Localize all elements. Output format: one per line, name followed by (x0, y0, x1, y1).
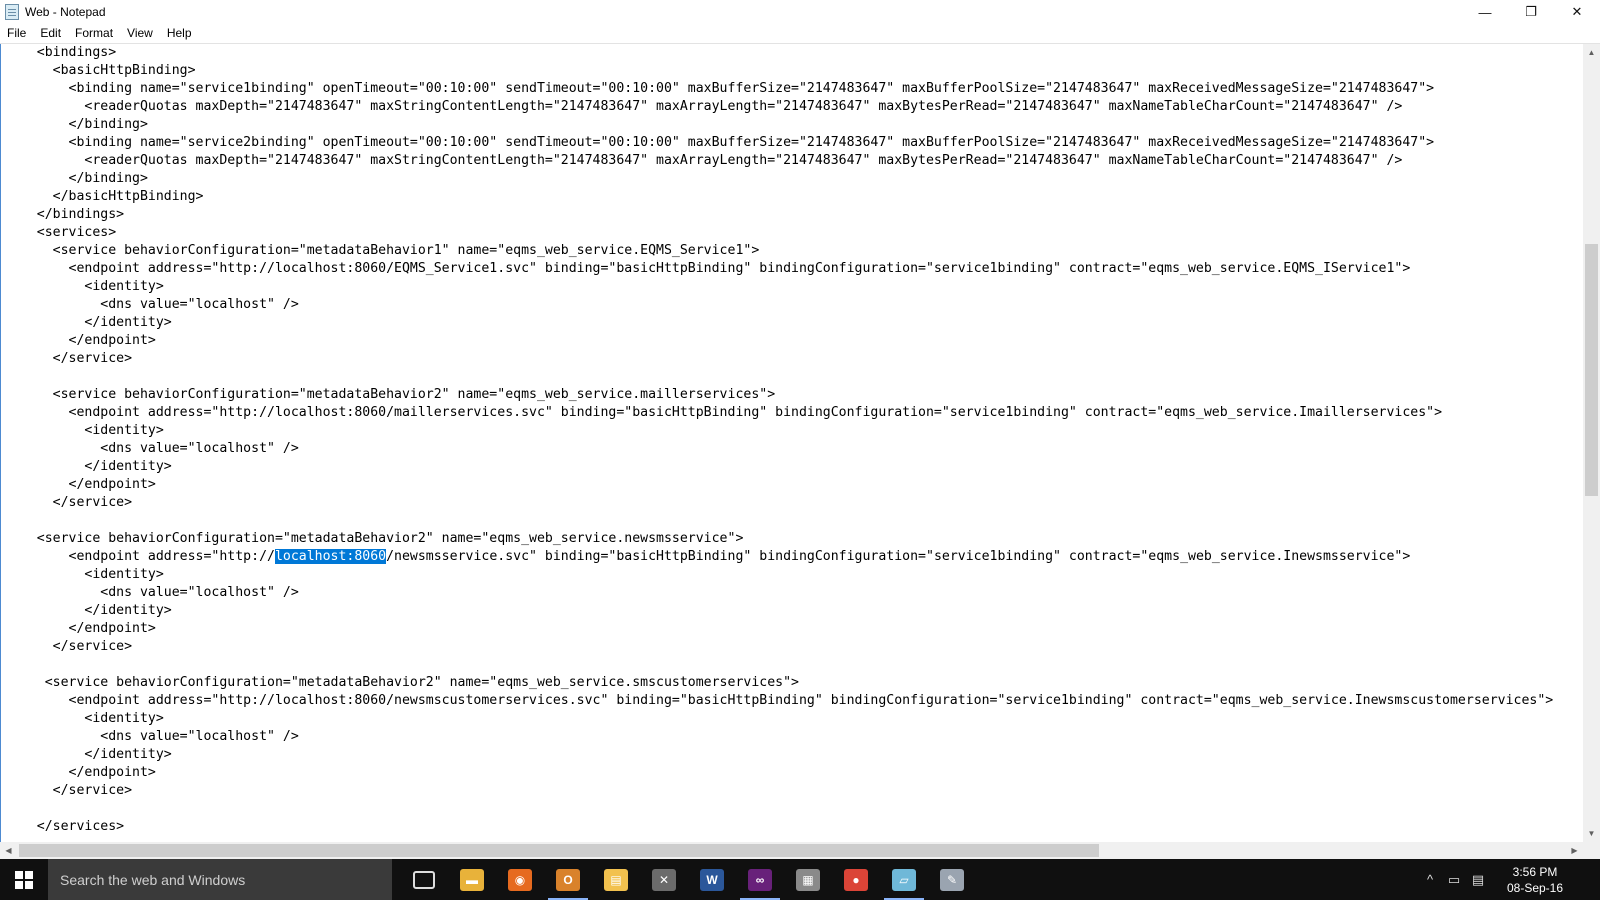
scroll-up-icon[interactable]: ▲ (1583, 44, 1600, 61)
windows-logo-icon (15, 870, 33, 889)
menu-format[interactable]: Format (68, 24, 120, 43)
notepad-icon (5, 4, 19, 20)
visual-studio-icon: ∞ (748, 868, 772, 891)
vertical-scrollbar[interactable]: ▲ ▼ (1583, 44, 1600, 842)
text-editor[interactable]: <bindings> <basicHttpBinding> <binding n… (0, 44, 1584, 842)
window-controls: — ❐ ✕ (1462, 0, 1600, 24)
chrome-icon: ● (844, 868, 868, 891)
taskbar-tools[interactable]: ✕ (640, 859, 688, 900)
taskbar-task-view[interactable] (400, 859, 448, 900)
taskbar-sql-server[interactable]: ▦ (784, 859, 832, 900)
taskbar-word[interactable]: W (688, 859, 736, 900)
horizontal-scrollbar[interactable]: ◀ ▶ (0, 842, 1583, 859)
taskbar-apps: ▬ ◉ O ▤ ✕ W ∞ ▦ ● ▱ ✎ (400, 859, 976, 900)
selected-line-start: <endpoint address="http:// (5, 549, 275, 564)
close-button[interactable]: ✕ (1554, 0, 1600, 24)
selected-line-end: /newsmsservice.svc" binding="basicHttpBi… (386, 549, 1411, 564)
show-hidden-icons-icon[interactable]: ^ (1418, 859, 1442, 900)
action-center-icon[interactable]: ▤ (1466, 859, 1490, 900)
text-before-selection: <bindings> <basicHttpBinding> <binding n… (36, 45, 1443, 546)
taskbar-file-explorer[interactable]: ▤ (592, 859, 640, 900)
taskbar-outlook[interactable]: O (544, 859, 592, 900)
clock[interactable]: 3:56 PM 08-Sep-16 (1490, 864, 1580, 896)
file-explorer-folder-icon: ▬ (460, 868, 484, 891)
taskbar-paint[interactable]: ✎ (928, 859, 976, 900)
menu-bar: File Edit Format View Help (0, 24, 1600, 44)
taskbar-search[interactable]: Search the web and Windows (48, 859, 392, 900)
tools-icon: ✕ (652, 868, 676, 891)
taskbar-visual-studio[interactable]: ∞ (736, 859, 784, 900)
system-tray: ^ ▭ ▤ 3:56 PM 08-Sep-16 (1418, 859, 1600, 900)
menu-edit[interactable]: Edit (33, 24, 68, 43)
title-bar: Web - Notepad — ❐ ✕ (0, 0, 1600, 24)
taskbar-file-explorer-folder[interactable]: ▬ (448, 859, 496, 900)
text-selection[interactable]: localhost:8060 (274, 549, 387, 564)
menu-view[interactable]: View (120, 24, 160, 43)
clock-date: 08-Sep-16 (1506, 880, 1564, 895)
editor-text[interactable]: <bindings> <basicHttpBinding> <binding n… (1, 44, 1584, 836)
scroll-corner (1583, 842, 1600, 859)
taskbar-notepad[interactable]: ▱ (880, 859, 928, 900)
window-title: Web - Notepad (25, 5, 106, 19)
taskbar: Search the web and Windows ▬ ◉ O ▤ ✕ W ∞ ▦ ● ▱ ✎ ^… (0, 859, 1600, 900)
notepad-icon: ▱ (892, 868, 916, 891)
taskbar-chrome[interactable]: ● (832, 859, 880, 900)
outlook-icon: O (556, 868, 580, 891)
text-after-selection: <identity> <dns value="localhost" /> </i… (36, 567, 1554, 834)
minimize-button[interactable]: — (1462, 0, 1508, 24)
search-placeholder: Search the web and Windows (60, 871, 246, 888)
menu-file[interactable]: File (0, 24, 33, 43)
sql-server-icon: ▦ (796, 868, 820, 891)
scroll-down-icon[interactable]: ▼ (1583, 825, 1600, 842)
horizontal-scroll-thumb[interactable] (19, 844, 1099, 857)
paint-icon: ✎ (940, 868, 964, 891)
scroll-left-icon[interactable]: ◀ (0, 842, 17, 859)
restore-button[interactable]: ❐ (1508, 0, 1554, 24)
task-view-icon (413, 870, 435, 889)
taskbar-firefox[interactable]: ◉ (496, 859, 544, 900)
firefox-icon: ◉ (508, 868, 532, 891)
file-explorer-icon: ▤ (604, 868, 628, 891)
clock-time: 3:56 PM (1512, 864, 1558, 879)
start-button[interactable] (0, 859, 48, 900)
word-icon: W (700, 868, 724, 891)
vertical-scroll-thumb[interactable] (1585, 244, 1598, 496)
scroll-right-icon[interactable]: ▶ (1566, 842, 1583, 859)
network-icon[interactable]: ▭ (1442, 859, 1466, 900)
menu-help[interactable]: Help (160, 24, 199, 43)
